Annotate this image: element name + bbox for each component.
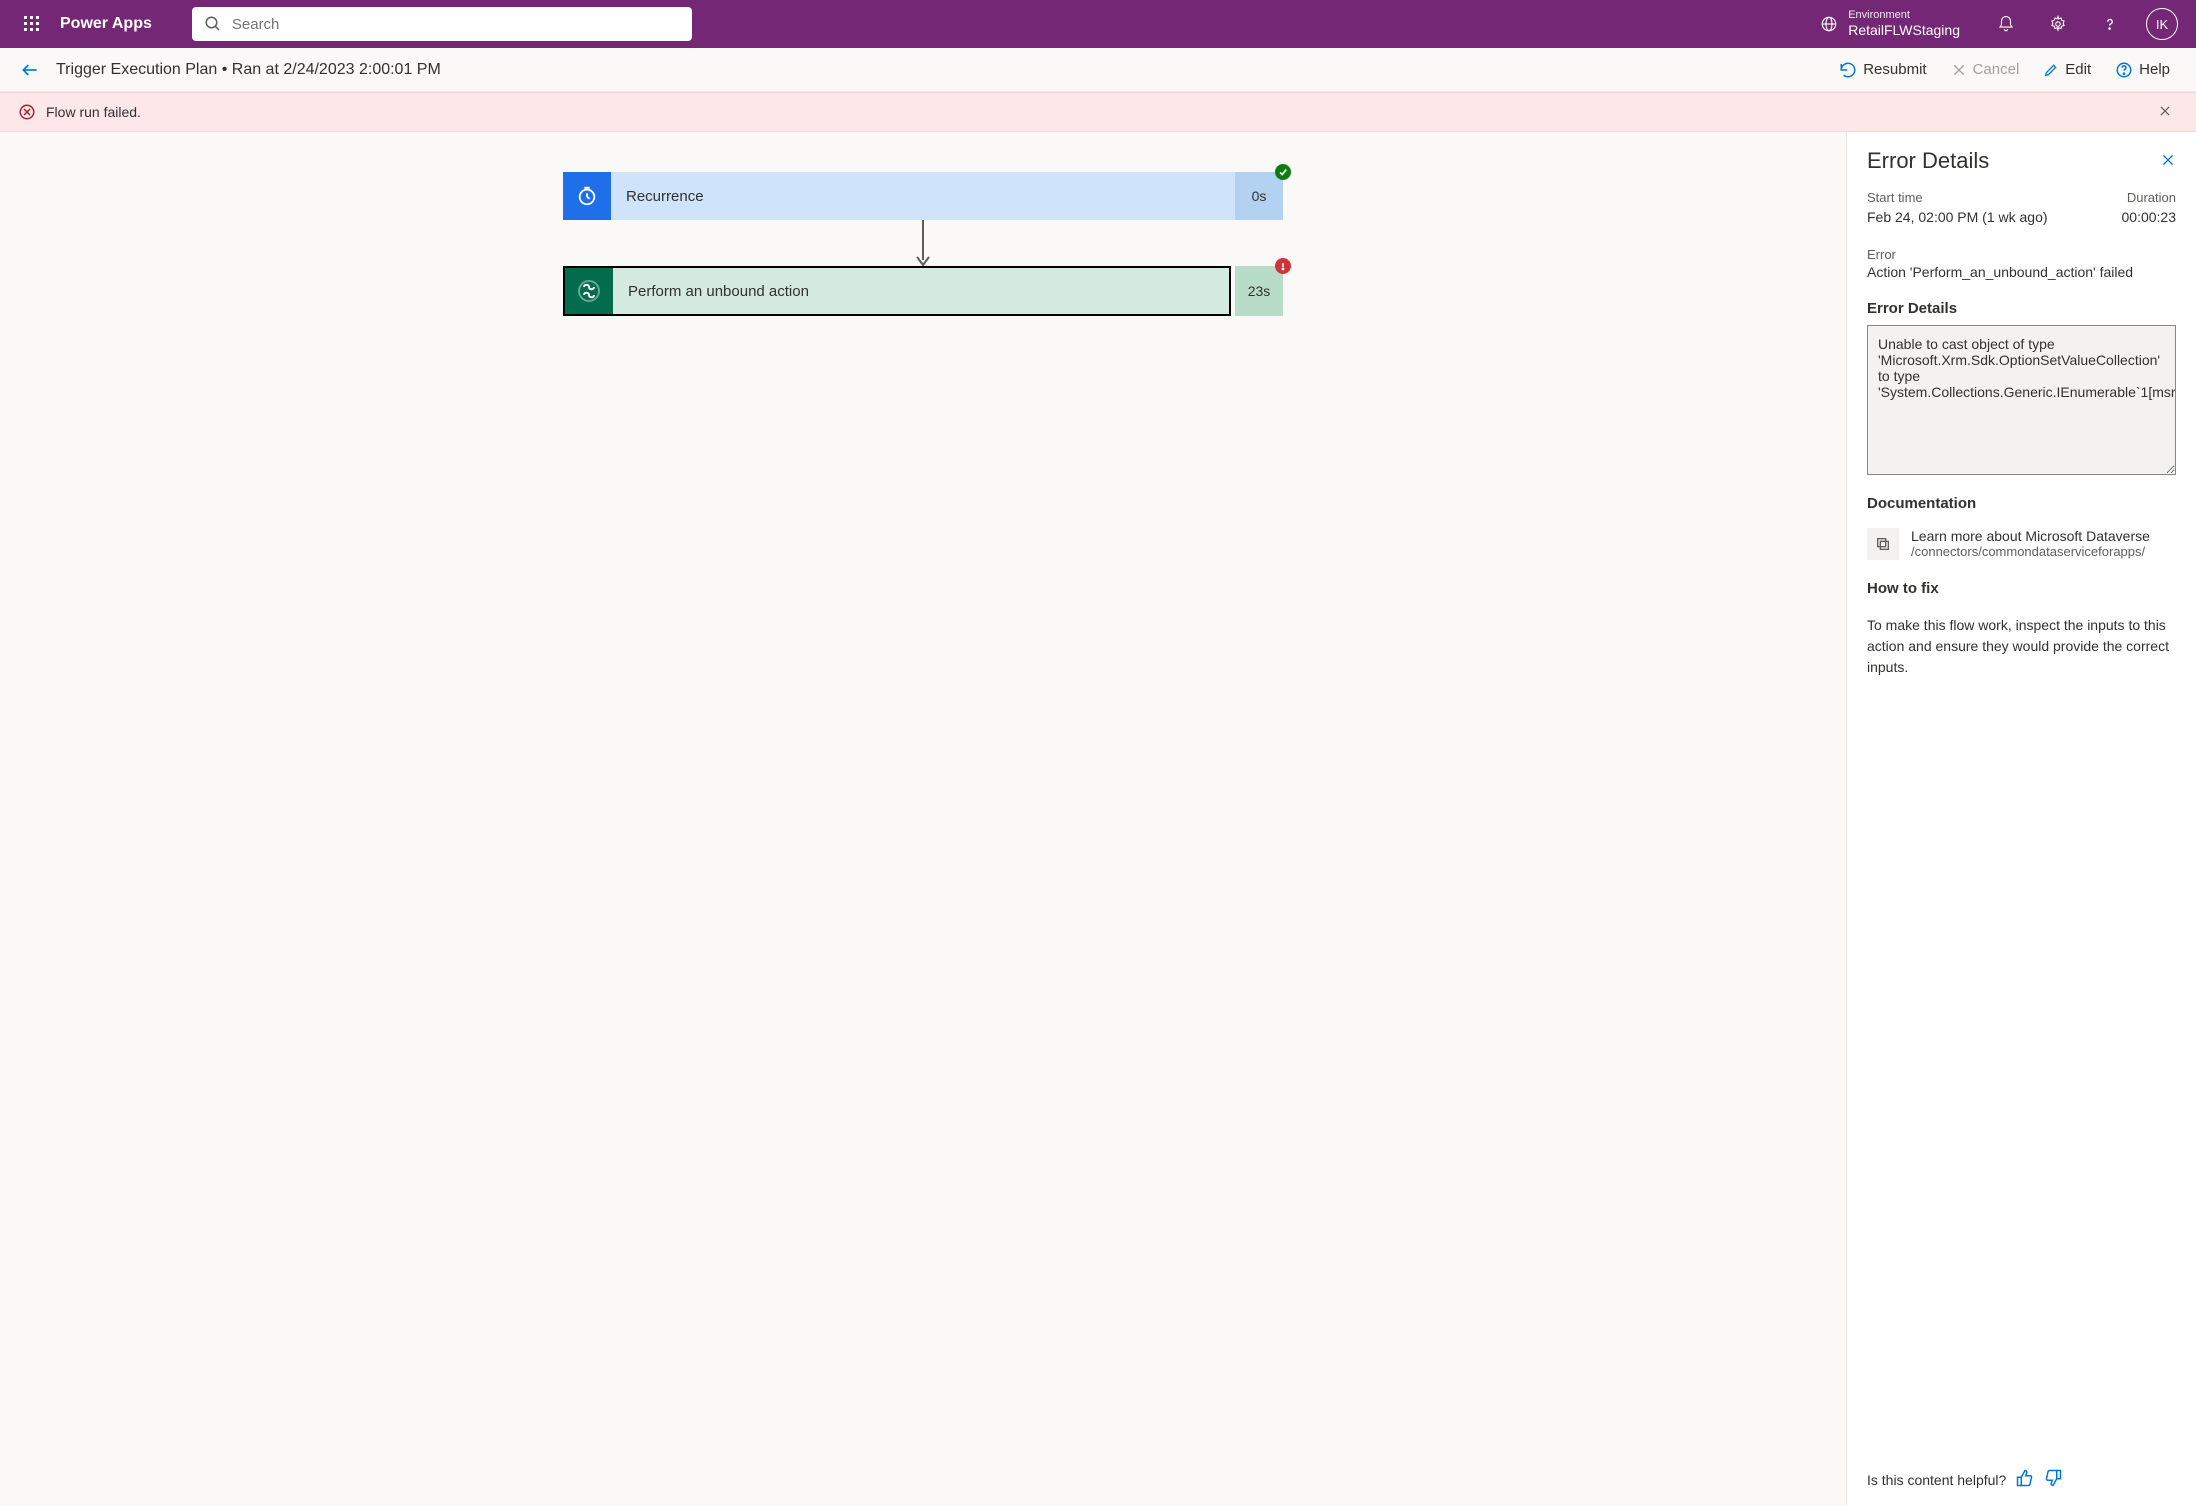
account-avatar[interactable]: IK [2146,8,2178,40]
resubmit-button[interactable]: Resubmit [1827,48,1938,92]
duration-label: Duration [2127,190,2176,205]
cancel-label: Cancel [1973,61,2020,78]
close-icon [2160,152,2176,168]
check-icon [1278,167,1288,177]
command-bar: Trigger Execution Plan • Ran at 2/24/202… [0,48,2196,92]
documentation-link-path: /connectors/commondataserviceforapps/ [1911,544,2150,559]
back-button[interactable] [14,54,46,86]
error-label: Error [1867,247,2176,262]
waffle-icon [24,16,40,32]
error-badge [1275,258,1291,274]
error-banner-message: Flow run failed. [46,104,141,120]
step-recurrence[interactable]: Recurrence 0s [563,172,1283,220]
panel-close-button[interactable] [2160,148,2176,174]
breadcrumb: Trigger Execution Plan • Ran at 2/24/202… [56,61,441,79]
step-action-label: Perform an unbound action [613,268,1229,314]
panel-title-text: Error Details [1867,148,1989,174]
question-icon [2101,15,2119,33]
thumbs-down-icon [2044,1469,2062,1487]
help-label: Help [2139,61,2170,78]
settings-button[interactable] [2042,8,2074,40]
step-recurrence-time: 0s [1235,172,1283,220]
how-to-fix-text: To make this flow work, inspect the inpu… [1867,615,2176,678]
edit-label: Edit [2065,61,2091,78]
success-badge [1275,164,1291,180]
documentation-link-title: Learn more about Microsoft Dataverse [1911,528,2150,544]
connector-arrow [923,220,924,266]
duration-value: 00:00:23 [2122,209,2177,225]
bell-icon [1997,15,2015,33]
arrow-left-icon [20,60,40,80]
step-unbound-action[interactable]: Perform an unbound action 23s [563,266,1283,316]
thumbs-up-icon [2016,1469,2034,1487]
copy-icon [1875,536,1891,552]
dataverse-icon-box [565,268,613,314]
start-time-value: Feb 24, 02:00 PM (1 wk ago) [1867,209,2048,225]
clock-icon [576,185,598,207]
help-command-button[interactable]: Help [2103,48,2182,92]
thumbs-down-button[interactable] [2044,1469,2062,1490]
resubmit-label: Resubmit [1863,61,1926,78]
documentation-link[interactable]: Learn more about Microsoft Dataverse /co… [1867,528,2176,560]
error-details-text[interactable]: Unable to cast object of type 'Microsoft… [1867,325,2176,475]
how-to-fix-title: How to fix [1867,580,2176,597]
main-area: Recurrence 0s Perform an unbound action [0,132,2196,1506]
documentation-section-title: Documentation [1867,495,2176,512]
question-circle-icon [2115,61,2133,79]
error-banner: Flow run failed. [0,92,2196,132]
recurrence-icon-box [563,172,611,220]
dataverse-icon [577,279,601,303]
close-icon [2158,104,2172,118]
help-button[interactable] [2094,8,2126,40]
panel-title: Error Details [1867,148,2176,174]
pencil-icon [2043,62,2059,78]
notifications-button[interactable] [1990,8,2022,40]
app-title: Power Apps [60,15,152,33]
error-value: Action 'Perform_an_unbound_action' faile… [1867,264,2176,280]
search-icon [204,15,222,33]
banner-close-button[interactable] [2152,98,2178,127]
thumbs-up-button[interactable] [2016,1469,2034,1490]
cancel-button: Cancel [1939,48,2032,92]
edit-button[interactable]: Edit [2031,48,2103,92]
refresh-icon [1839,61,1857,79]
exclamation-icon [1278,261,1288,271]
feedback-question: Is this content helpful? [1867,1472,2006,1488]
environment-picker[interactable]: Environment RetailFLWStaging [1820,9,1960,39]
step-recurrence-label: Recurrence [611,172,1235,220]
flow-canvas[interactable]: Recurrence 0s Perform an unbound action [0,132,1846,1506]
feedback-row: Is this content helpful? [1867,1439,2176,1490]
gear-icon [2049,15,2067,33]
error-details-panel: Error Details Start time Duration Feb 24… [1846,132,2196,1506]
document-icon [1867,528,1899,560]
x-icon [1951,62,1967,78]
step-action-time: 23s [1235,266,1283,316]
error-details-section-title: Error Details [1867,300,2176,317]
app-launcher-button[interactable] [8,0,56,48]
environment-label: Environment [1848,9,1960,22]
search-input[interactable] [232,16,680,33]
environment-name: RetailFLWStaging [1848,22,1960,39]
topbar: Power Apps Environment RetailFLWStaging … [0,0,2196,48]
search-box[interactable] [192,7,692,41]
start-time-label: Start time [1867,190,1923,205]
error-circle-icon [18,103,36,121]
globe-icon [1820,15,1838,33]
